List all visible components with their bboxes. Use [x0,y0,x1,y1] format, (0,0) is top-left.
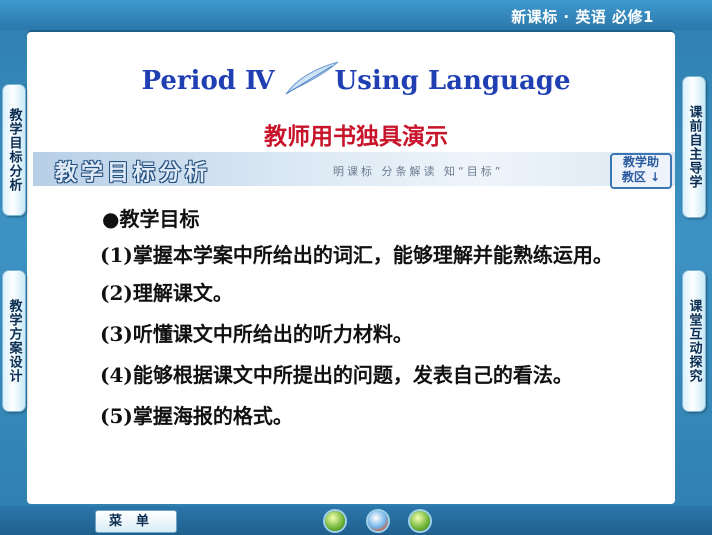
title-left: Period Ⅳ [141,66,275,96]
bottom-bar: 菜单 [0,506,712,535]
section-header: 教学目标分析 明课标 分条解读 知“目标” 教学助 教区 ↓ [33,152,675,189]
tab-classroom-inquiry[interactable]: 课堂互动探究 [682,270,706,412]
list-item: (2)理解课文。 [100,281,233,305]
tab-label: 教学方案设计 [6,299,22,383]
list-item: (3)听懂课文中所给出的听力材料。 [100,322,413,346]
help-line-2: 教区 ↓ [621,170,661,184]
top-bar: 新课标 · 英语 必修1 [0,0,712,30]
page-subtitle: 教师用书独具演示 [264,123,448,150]
forward-icon[interactable] [410,511,430,531]
section-title: 教学目标分析 [55,160,212,186]
help-line-1: 教学助 [622,155,659,169]
list-item: (5)掌握海报的格式。 [100,404,293,428]
tab-teaching-plan[interactable]: 教学方案设计 [2,270,26,412]
title-right: Using Language [334,66,571,96]
feather-icon [285,61,339,95]
content-body: ●教学目标 (1)掌握本学案中所给出的词汇，能够理解并能熟练运用。 (2)理解课… [52,205,662,444]
menu-button[interactable]: 菜单 [95,510,177,533]
section-subtitle: 明课标 分条解读 知“目标” [333,165,504,178]
list-item: (1)掌握本学案中所给出的词汇，能够理解并能熟练运用。 [100,243,613,267]
back-icon[interactable] [325,511,345,531]
course-title: 新课标 · 英语 必修1 [511,8,654,26]
tab-label: 课堂互动探究 [686,299,702,383]
page-title: Period Ⅳ Using Language [0,66,712,96]
home-icon[interactable] [368,511,388,531]
teaching-aid-button[interactable]: 教学助 教区 ↓ [610,153,672,189]
list-item: (4)能够根据课文中所提出的问题，发表自己的看法。 [100,363,573,387]
